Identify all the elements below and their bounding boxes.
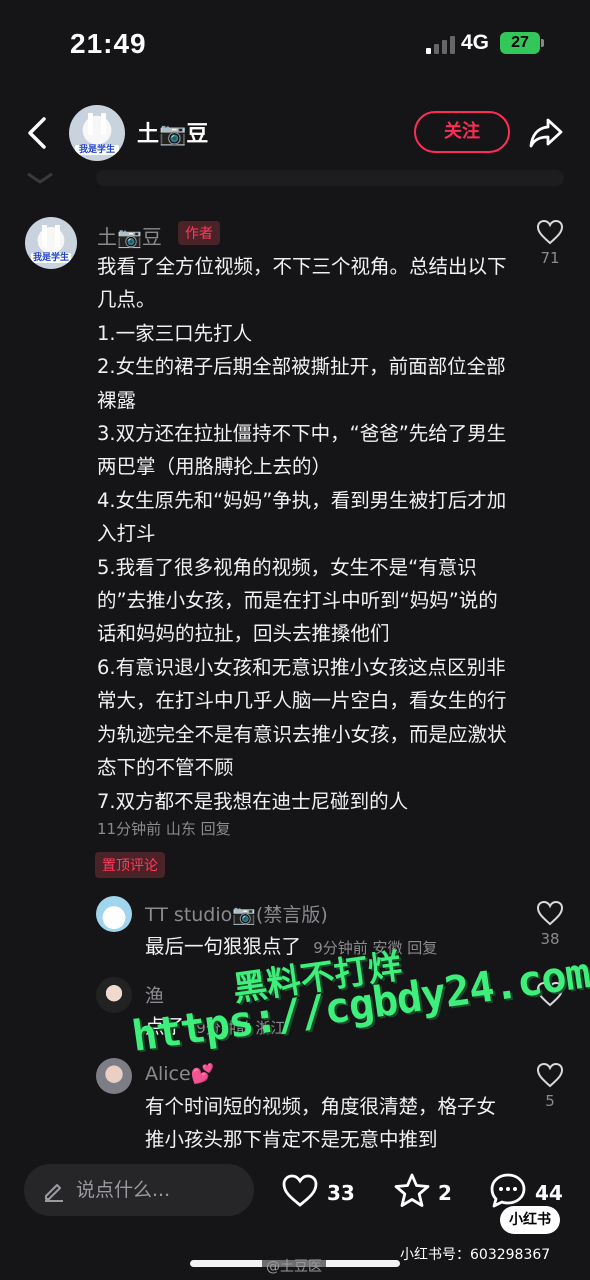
pinned-comment-tag: 置顶评论 [95, 852, 165, 878]
author-badge: 作者 [178, 221, 220, 245]
reply-like[interactable]: 5 [530, 1062, 570, 1110]
back-icon[interactable] [24, 113, 54, 153]
heart-icon[interactable] [536, 219, 564, 245]
network-type: 4G [461, 31, 490, 54]
pencil-icon [45, 1184, 63, 1202]
comment-author-name[interactable]: 土📷豆 [97, 221, 162, 250]
bottom-bar: 说点什么... 33 2 44 小红书 小红书号：603298367 @土豆医 [0, 1152, 590, 1280]
battery-level: 27 [511, 34, 529, 51]
battery-tip [541, 39, 544, 47]
reply-author-name[interactable]: TT studio📷(禁言版) [145, 900, 328, 927]
reply-author-name[interactable]: 渔 [145, 981, 164, 1008]
reply-like[interactable]: 38 [530, 900, 570, 948]
signal-icon [426, 34, 456, 54]
avatar-label: 我是学生 [75, 145, 119, 155]
xiaohongshu-logo: 小红书 [500, 1206, 560, 1234]
xiaohongshu-id: 小红书号：603298367 [400, 1247, 551, 1263]
reply-author-name[interactable]: Alice💕 [145, 1062, 214, 1085]
rabbit-ears [88, 113, 106, 135]
header-avatar[interactable]: 我是学生 [69, 105, 125, 161]
comment-input[interactable]: 说点什么... [24, 1164, 254, 1216]
like-count-total: 33 [327, 1181, 355, 1205]
header-user-name[interactable]: 土📷豆 [137, 116, 208, 148]
star-icon[interactable] [392, 1171, 432, 1211]
reply-avatar[interactable] [96, 977, 132, 1013]
status-time: 21:49 [70, 28, 147, 59]
header: 我是学生 土📷豆 关注 [0, 96, 590, 170]
comment-avatar[interactable]: 我是学生 [25, 217, 77, 269]
follow-button[interactable]: 关注 [414, 111, 510, 153]
comment-like[interactable]: 71 [530, 219, 570, 267]
share-icon[interactable] [528, 115, 564, 149]
rabbit-ears [42, 225, 60, 247]
battery-icon: 27 [500, 32, 540, 54]
avatar-label: 我是学生 [31, 253, 71, 263]
reply-avatar[interactable] [96, 896, 132, 932]
comment-meta[interactable]: 11分钟前 山东 回复 [97, 818, 231, 839]
favorite-count: 2 [438, 1181, 452, 1205]
like-count: 71 [540, 249, 560, 267]
status-bar: 21:49 4G 27 [0, 0, 590, 88]
collapsed-post-edge [27, 170, 564, 186]
heart-icon[interactable] [536, 900, 564, 926]
comment-input-placeholder: 说点什么... [76, 1179, 171, 1201]
comment-icon[interactable] [488, 1171, 528, 1211]
heart-icon[interactable] [536, 1062, 564, 1088]
comment-text: 我看了全方位视频，不下三个视角。总结出以下几点。 1.一家三口先打人 2.女生的… [97, 255, 507, 813]
weibo-watermark: @土豆医 [262, 1256, 326, 1276]
screen: 21:49 4G 27 我是学生 土📷豆 关注 我是学生 土📷豆 作者 我看了全… [0, 0, 590, 1280]
comment-count: 44 [535, 1181, 563, 1205]
like-icon[interactable] [280, 1171, 320, 1211]
reply-avatar[interactable] [96, 1058, 132, 1094]
like-count: 5 [545, 1092, 555, 1110]
reply-text: 有个时间短的视频，角度很清楚，格子女推小孩头那下肯定不是无意中推到 [145, 1095, 497, 1152]
like-count: 38 [540, 930, 560, 948]
